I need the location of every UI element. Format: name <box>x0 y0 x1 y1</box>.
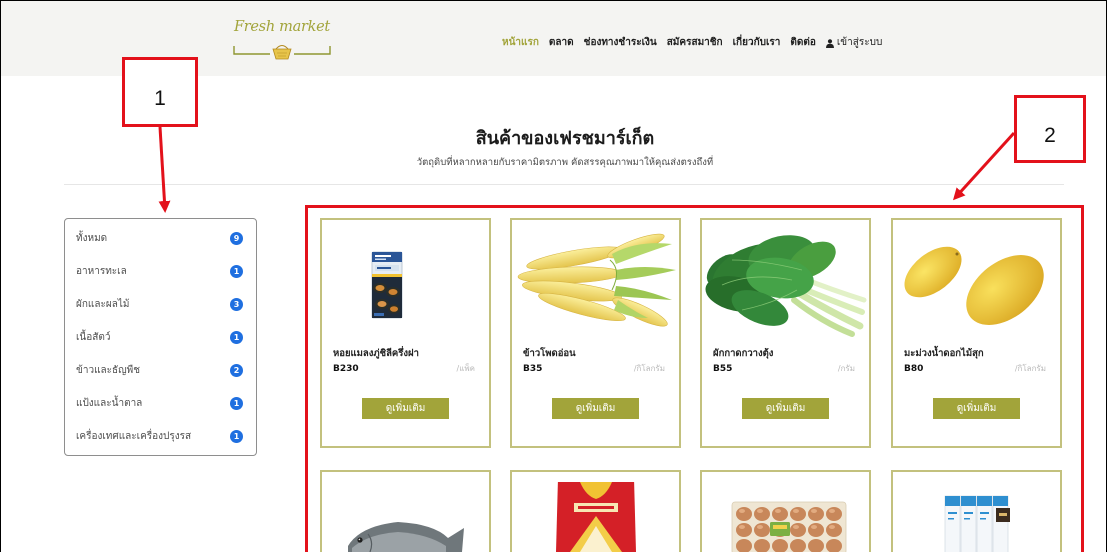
category-item-meat[interactable]: เนื้อสัตว์ 1 <box>65 321 256 354</box>
annotation-arrow-1 <box>158 126 171 213</box>
category-label: เนื้อสัตว์ <box>76 332 111 343</box>
category-label: อาหารทะเล <box>76 266 127 277</box>
product-unit: /กิโลกรัม <box>633 364 665 373</box>
nav-market[interactable]: ตลาด <box>549 35 574 51</box>
category-count-badge: 1 <box>230 430 243 443</box>
category-sidebar: ทั้งหมด 9 อาหารทะเล 1 ผักและผลไม้ 3 เนื้… <box>64 218 257 456</box>
product-price: B55 <box>713 364 733 374</box>
product-price-row: B80 /กิโลกรัม <box>904 362 1046 375</box>
fish-image <box>348 522 464 552</box>
product-image-fish[interactable] <box>322 482 489 552</box>
category-item-rice-grains[interactable]: ข้าวและธัญพืช 2 <box>65 354 256 387</box>
baby-corn-image <box>517 233 676 327</box>
product-image-baby-corn[interactable] <box>512 230 679 338</box>
mussel-pack-image <box>371 251 403 319</box>
product-name: ข้าวโพดอ่อน <box>523 348 576 359</box>
category-item-spices-seasonings[interactable]: เครื่องเทศและเครื่องปรุงรส 1 <box>65 420 256 453</box>
product-price: B230 <box>333 364 359 374</box>
category-count-badge: 3 <box>230 298 243 311</box>
annotation-number-1: 1 <box>154 87 166 110</box>
product-price: B35 <box>523 364 543 374</box>
product-card[interactable] <box>510 470 681 552</box>
category-item-all[interactable]: ทั้งหมด 9 <box>65 222 256 255</box>
login-link[interactable]: เข้าสู่ระบบ <box>825 35 883 51</box>
category-count-badge: 1 <box>230 331 243 344</box>
product-card[interactable] <box>891 470 1062 552</box>
product-card[interactable]: หอยแมลงภู่ชิลีครึ่งฝา B230 /แพ็ค ดูเพิ่ม… <box>320 218 491 448</box>
page-subtitle: วัตถุดิบที่หลากหลายกับราคามิตรภาพ คัดสรร… <box>416 157 714 168</box>
user-icon <box>825 38 834 48</box>
category-label: เครื่องเทศและเครื่องปรุงรส <box>76 431 192 442</box>
view-more-button[interactable]: ดูเพิ่มเติม <box>742 398 829 419</box>
mangoes-image <box>904 246 1044 325</box>
page-title: สินค้าของเฟรชมาร์เก็ต <box>475 128 655 149</box>
basket-icon <box>233 45 331 60</box>
product-image-rice-bag[interactable] <box>512 478 679 552</box>
rice-bag-image <box>556 478 636 552</box>
category-count-badge: 2 <box>230 364 243 377</box>
view-more-button[interactable]: ดูเพิ่มเติม <box>933 398 1020 419</box>
nav-payment-channels[interactable]: ช่องทางชำระเงิน <box>584 35 657 51</box>
product-image-mussel-pack[interactable] <box>322 230 489 338</box>
brand-name: Fresh market <box>234 19 330 35</box>
product-card[interactable]: มะม่วงน้ำดอกไม้สุก B80 /กิโลกรัม ดูเพิ่ม… <box>891 218 1062 448</box>
product-price-row: B55 /กรัม <box>713 362 855 375</box>
view-more-button[interactable]: ดูเพิ่มเติม <box>362 398 449 419</box>
main-nav: หน้าแรก ตลาด ช่องทางชำระเงิน สมัครสมาชิก… <box>502 35 882 51</box>
product-image-egg-tray[interactable] <box>702 482 869 552</box>
section-divider <box>64 184 1064 185</box>
product-name: ผักกาดกวางตุ้ง <box>713 348 774 359</box>
nav-home[interactable]: หน้าแรก <box>502 35 539 51</box>
product-price: B80 <box>904 364 924 374</box>
page: Fresh market หน้าแรก ตลาด ช่องทางชำระเงิ… <box>0 0 1107 552</box>
product-image-packaged-goods[interactable] <box>893 482 1060 552</box>
product-unit: /กิโลกรัม <box>1014 364 1046 373</box>
category-item-flour-sugar[interactable]: แป้งและน้ำตาล 1 <box>65 387 256 420</box>
product-card[interactable] <box>700 470 871 552</box>
product-price-row: B230 /แพ็ค <box>333 362 475 375</box>
login-label: เข้าสู่ระบบ <box>836 37 883 48</box>
category-label: ทั้งหมด <box>76 233 108 244</box>
category-item-seafood[interactable]: อาหารทะเล 1 <box>65 255 256 288</box>
category-label: ข้าวและธัญพืช <box>76 365 141 376</box>
nav-about[interactable]: เกี่ยวกับเรา <box>733 35 781 51</box>
annotation-number-2: 2 <box>1044 124 1056 147</box>
annotation-box-2: 2 <box>1014 95 1086 163</box>
annotation-arrow-2 <box>952 131 1016 201</box>
nav-register[interactable]: สมัครสมาชิก <box>667 35 723 51</box>
category-label: ผักและผลไม้ <box>76 299 130 310</box>
category-count-badge: 1 <box>230 265 243 278</box>
product-name: หอยแมลงภู่ชิลีครึ่งฝา <box>333 348 419 359</box>
bok-choy-image <box>705 235 867 337</box>
product-name: มะม่วงน้ำดอกไม้สุก <box>904 348 984 359</box>
view-more-button[interactable]: ดูเพิ่มเติม <box>552 398 639 419</box>
product-unit: /แพ็ค <box>456 364 475 373</box>
category-count-badge: 9 <box>230 232 243 245</box>
product-card[interactable] <box>320 470 491 552</box>
product-unit: /กรัม <box>837 364 855 373</box>
product-image-bok-choy[interactable] <box>702 230 869 338</box>
product-card[interactable]: ผักกาดกวางตุ้ง B55 /กรัม ดูเพิ่มเติม <box>700 218 871 448</box>
product-card[interactable]: ข้าวโพดอ่อน B35 /กิโลกรัม ดูเพิ่มเติม <box>510 218 681 448</box>
category-count-badge: 1 <box>230 397 243 410</box>
product-image-mangoes[interactable] <box>893 230 1060 338</box>
annotation-box-1: 1 <box>122 57 198 127</box>
category-label: แป้งและน้ำตาล <box>76 398 143 409</box>
egg-tray-image <box>731 501 847 552</box>
brand-logo[interactable]: Fresh market <box>231 19 333 63</box>
product-price-row: B35 /กิโลกรัม <box>523 362 665 375</box>
nav-contact[interactable]: ติดต่อ <box>790 35 816 51</box>
category-item-vegetables-fruits[interactable]: ผักและผลไม้ 3 <box>65 288 256 321</box>
packaged-goods-image <box>944 495 1010 552</box>
